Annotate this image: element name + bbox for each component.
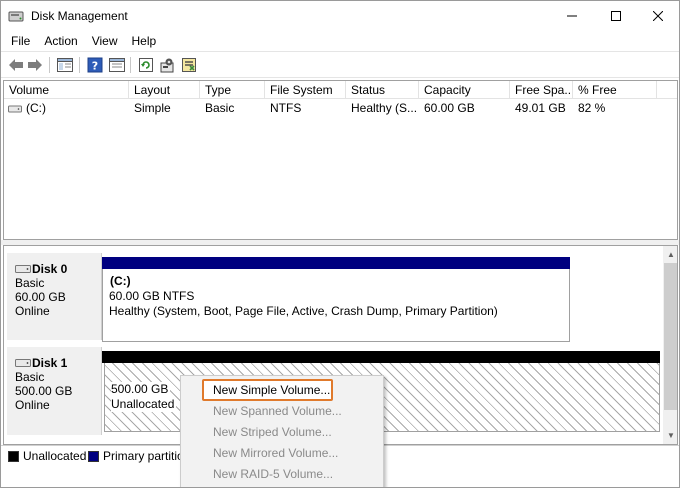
column-header-capacity[interactable]: Capacity [419, 81, 510, 99]
properties-icon[interactable] [108, 56, 126, 74]
help-icon[interactable]: ? [86, 56, 104, 74]
menu-item-new-simple-volume[interactable]: New Simple Volume... [205, 380, 330, 401]
menu-action[interactable]: Action [38, 31, 83, 51]
close-button[interactable] [635, 1, 679, 31]
volume-list-header: Volume Layout Type File System Status Ca… [4, 81, 677, 99]
svg-text:?: ? [92, 60, 98, 73]
table-row[interactable]: (C:) Simple Basic NTFS Healthy (S... 60.… [4, 100, 677, 117]
console-tree-icon[interactable] [56, 56, 74, 74]
vertical-scrollbar[interactable]: ▲ ▼ [663, 246, 677, 444]
rescan-disks-icon[interactable] [180, 56, 198, 74]
disk-0-size: 60.00 GB [15, 290, 66, 304]
disk-1-name: Disk 1 [15, 356, 101, 370]
disk-management-app-icon [8, 8, 24, 24]
cell-status: Healthy (S... [351, 101, 418, 115]
column-header-free-space[interactable]: Free Spa... [510, 81, 573, 99]
column-header-pct-free[interactable]: % Free [573, 81, 657, 99]
column-header-type[interactable]: Type [200, 81, 265, 99]
disk-1-size: 500.00 GB [15, 384, 73, 398]
disk-1-type: Basic [15, 370, 45, 384]
toolbar-separator [79, 57, 80, 73]
legend-unallocated-swatch [8, 451, 19, 462]
cell-layout: Simple [134, 101, 171, 115]
column-header-layout[interactable]: Layout [129, 81, 200, 99]
column-header-status[interactable]: Status [346, 81, 419, 99]
disk-0-name: Disk 0 [15, 262, 101, 276]
minimize-button[interactable] [549, 1, 595, 31]
refresh-icon[interactable] [137, 56, 155, 74]
menu-item-new-striped-volume[interactable]: New Striped Volume... [205, 422, 332, 443]
settings-icon[interactable] [158, 56, 176, 74]
disk-0-name-text: Disk 0 [32, 262, 68, 276]
toolbar-separator [130, 57, 131, 73]
cell-free-space: 49.01 GB [515, 101, 566, 115]
menu-bar: File Action View Help [1, 31, 679, 51]
menu-item-new-spanned-volume[interactable]: New Spanned Volume... [205, 401, 342, 422]
title-bar[interactable]: Disk Management [1, 1, 679, 31]
partition-c-size: 60.00 GB NTFS [109, 289, 195, 303]
legend-primary-partition-label: Primary partitio [103, 449, 184, 463]
cell-pct-free: 82 % [578, 101, 606, 115]
disk-1-label[interactable]: Disk 1 Basic 500.00 GB Online [7, 347, 102, 435]
partition-c-body: (C:) 60.00 GB NTFS Healthy (System, Boot… [102, 269, 570, 342]
legend-unallocated-label: Unallocated [23, 449, 87, 463]
cell-file-system: NTFS [270, 101, 302, 115]
unallocated-status: Unallocated [111, 397, 177, 412]
disk-icon [15, 357, 31, 367]
back-arrow-icon[interactable] [7, 56, 25, 74]
partition-c-status: Healthy (System, Boot, Page File, Active… [109, 304, 498, 318]
volume-drive-icon [8, 100, 26, 117]
unallocated-stripe [102, 351, 660, 363]
partition-c-name: (C:) [110, 274, 131, 288]
menu-view[interactable]: View [86, 31, 124, 51]
maximize-button[interactable] [593, 1, 639, 31]
unallocated-size: 500.00 GB [111, 382, 171, 397]
column-header-volume[interactable]: Volume [4, 81, 129, 99]
legend-primary-partition-swatch [88, 451, 99, 462]
primary-partition-stripe [102, 257, 570, 269]
menu-item-new-raid5-volume[interactable]: New RAID-5 Volume... [205, 464, 333, 485]
disk-1-name-text: Disk 1 [32, 356, 68, 370]
forward-arrow-icon[interactable] [26, 56, 44, 74]
menu-item-new-mirrored-volume[interactable]: New Mirrored Volume... [205, 443, 338, 464]
cell-type: Basic [205, 101, 235, 115]
window-title: Disk Management [31, 9, 128, 23]
disk-icon [15, 263, 31, 273]
cell-capacity: 60.00 GB [424, 101, 475, 115]
menu-file[interactable]: File [5, 31, 36, 51]
disk-0-label[interactable]: Disk 0 Basic 60.00 GB Online [7, 253, 102, 340]
disk-0-state: Online [15, 304, 50, 318]
scrollbar-thumb[interactable] [664, 263, 677, 410]
toolbar-separator [49, 57, 50, 73]
disk-0-partition-c[interactable]: (C:) 60.00 GB NTFS Healthy (System, Boot… [102, 257, 570, 342]
toolbar: ? [1, 51, 679, 78]
scroll-down-arrow-icon[interactable]: ▼ [663, 427, 677, 444]
disk-1-state: Online [15, 398, 50, 412]
context-menu: New Simple Volume... New Spanned Volume.… [180, 375, 384, 487]
disk-0-type: Basic [15, 276, 45, 290]
column-header-file-system[interactable]: File System [265, 81, 346, 99]
disk-management-window: Disk Management File Action View Help ? [0, 0, 680, 488]
volume-list[interactable]: Volume Layout Type File System Status Ca… [3, 80, 678, 240]
scroll-up-arrow-icon[interactable]: ▲ [663, 246, 677, 263]
cell-volume: (C:) [26, 101, 46, 115]
menu-help[interactable]: Help [126, 31, 163, 51]
